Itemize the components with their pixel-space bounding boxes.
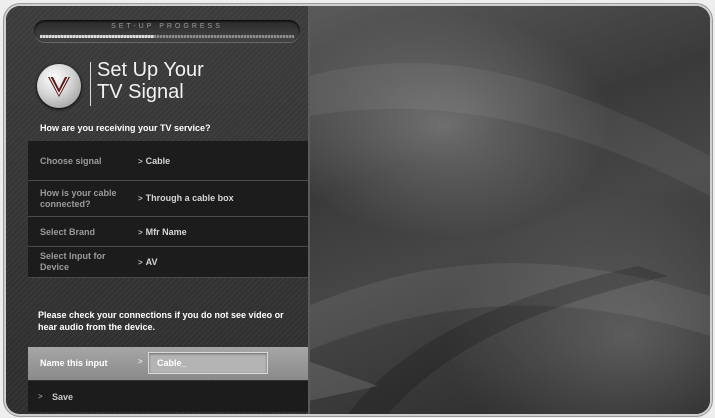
progress-fill	[40, 35, 155, 38]
connection-note: Please check your connections if you do …	[38, 310, 284, 332]
page-title: Set Up Your TV Signal	[97, 59, 204, 103]
setting-value: > AV	[138, 257, 158, 267]
setting-value: > Cable	[138, 156, 171, 166]
logo-divider	[90, 62, 91, 106]
setting-label: Select Brand	[40, 227, 96, 237]
vizio-v-logo-icon	[37, 64, 81, 108]
name-input-label: Name this input	[40, 358, 108, 368]
setting-value: > Mfr Name	[138, 227, 187, 237]
setting-row-cable-connection[interactable]: How is your cable connected? > Through a …	[28, 181, 308, 217]
setting-row-select-brand[interactable]: Select Brand > Mfr Name	[28, 217, 308, 247]
setup-panel: SET-UP PROGRESS Set Up Your TV Signal Ho…	[6, 6, 310, 414]
save-label: Save	[52, 392, 74, 402]
name-input-row[interactable]: Name this input >	[28, 347, 308, 380]
setting-label: Select Input for Device	[40, 251, 106, 272]
signal-question: How are you receiving your TV service?	[40, 123, 211, 133]
wallpaper-background	[308, 6, 710, 414]
arrow-right-icon: >	[138, 194, 143, 203]
setting-label: How is your cable connected?	[40, 188, 117, 209]
setting-row-select-input[interactable]: Select Input for Device > AV	[28, 247, 308, 278]
arrow-right-icon: >	[138, 228, 143, 237]
arrow-right-icon: >	[38, 392, 43, 401]
arrow-right-icon: >	[138, 258, 143, 267]
setup-progress-bar: SET-UP PROGRESS	[34, 20, 300, 42]
setting-row-choose-signal[interactable]: Choose signal > Cable	[28, 141, 308, 181]
settings-list: Choose signal > Cable How is your cable c…	[28, 141, 308, 278]
arrow-right-icon: >	[138, 357, 143, 366]
tv-screen: SET-UP PROGRESS Set Up Your TV Signal Ho…	[6, 6, 710, 414]
setting-label: Choose signal	[40, 156, 102, 166]
setting-value: > Through a cable box	[138, 193, 234, 203]
progress-label: SET-UP PROGRESS	[111, 23, 223, 30]
save-button[interactable]: > Save	[28, 381, 308, 412]
input-name-field[interactable]	[148, 352, 268, 374]
progress-track	[40, 35, 294, 38]
arrow-right-icon: >	[138, 157, 143, 166]
